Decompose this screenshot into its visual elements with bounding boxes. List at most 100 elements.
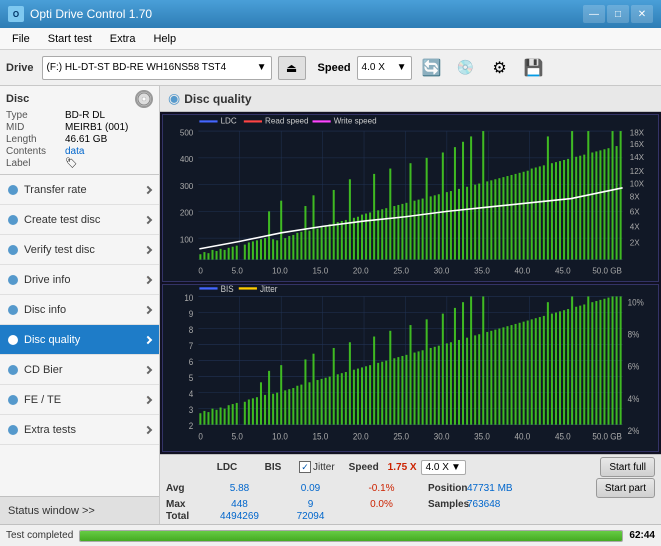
disc-label-label: Label [6, 158, 61, 169]
svg-text:Jitter: Jitter [260, 285, 278, 294]
svg-text:5: 5 [189, 373, 194, 384]
nav-label-transfer-rate: Transfer rate [24, 184, 87, 196]
svg-text:10.0: 10.0 [272, 265, 288, 275]
speed-current-value: 1.75 X [388, 462, 417, 473]
sidebar-item-drive-info[interactable]: Drive info [0, 265, 159, 295]
svg-text:400: 400 [180, 154, 194, 164]
sidebar-item-transfer-rate[interactable]: Transfer rate [0, 175, 159, 205]
jitter-check-box[interactable]: ✓ [299, 461, 311, 473]
nav-dot [8, 395, 18, 405]
svg-text:16X: 16X [630, 139, 645, 149]
svg-text:35.0: 35.0 [474, 431, 490, 442]
drive-select-arrow: ▼ [257, 62, 267, 73]
svg-text:9: 9 [189, 309, 194, 320]
disc-mid-label: MID [6, 122, 61, 133]
svg-text:500: 500 [180, 127, 194, 137]
maximize-button[interactable]: □ [607, 5, 629, 23]
progress-bar [79, 530, 623, 542]
speed-dropdown[interactable]: 4.0 X ▼ [421, 460, 466, 475]
svg-text:10.0: 10.0 [272, 431, 288, 442]
svg-text:2%: 2% [628, 425, 640, 436]
status-text: Test completed [6, 530, 73, 541]
nav-label-cd-bier: CD Bier [24, 364, 63, 376]
disc-panel-title: Disc [6, 93, 29, 105]
ldc-chart-svg: 500 400 300 200 100 18X 16X 14X 12X 10X … [163, 115, 658, 281]
svg-text:6X: 6X [630, 206, 640, 216]
nav-label-disc-info: Disc info [24, 304, 66, 316]
sidebar-item-extra-tests[interactable]: Extra tests [0, 415, 159, 445]
drive-label: Drive [6, 62, 34, 74]
minimize-button[interactable]: — [583, 5, 605, 23]
nav-dot [8, 305, 18, 315]
svg-text:45.0: 45.0 [555, 265, 571, 275]
disc-panel: Disc Type BD-R DL MID MEIRB1 (001) Lengt… [0, 86, 159, 175]
avg-bis-value: 0.09 [278, 483, 343, 494]
svg-text:2X: 2X [630, 237, 640, 247]
svg-text:200: 200 [180, 207, 194, 217]
nav-arrow [144, 215, 152, 223]
nav-dot [8, 275, 18, 285]
disc-button[interactable]: 💿 [452, 54, 480, 82]
speed-select[interactable]: 4.0 X ▼ [357, 56, 412, 80]
svg-text:8: 8 [189, 325, 194, 336]
speed-label: Speed [318, 62, 351, 74]
sidebar-item-fe-te[interactable]: FE / TE [0, 385, 159, 415]
status-window-button[interactable]: Status window >> [0, 496, 159, 524]
window-controls: — □ ✕ [583, 5, 653, 23]
settings-button[interactable]: ⚙ [486, 54, 514, 82]
menu-bar: File Start test Extra Help [0, 28, 661, 50]
start-part-button[interactable]: Start part [596, 478, 655, 498]
svg-text:25.0: 25.0 [393, 265, 409, 275]
sidebar-item-disc-quality[interactable]: Disc quality [0, 325, 159, 355]
svg-text:50.0 GB: 50.0 GB [592, 431, 622, 442]
eject-button[interactable]: ⏏ [278, 56, 306, 80]
svg-text:20.0: 20.0 [353, 431, 369, 442]
close-button[interactable]: ✕ [631, 5, 653, 23]
svg-text:30.0: 30.0 [434, 265, 450, 275]
content-area: ◉ Disc quality [160, 86, 661, 524]
menu-start-test[interactable]: Start test [40, 31, 100, 47]
menu-extra[interactable]: Extra [102, 31, 144, 47]
menu-file[interactable]: File [4, 31, 38, 47]
stats-panel: LDC BIS ✓ Jitter Speed 1.75 X 4.0 X ▼ St… [160, 454, 661, 524]
sidebar-item-disc-info[interactable]: Disc info [0, 295, 159, 325]
ldc-col-header: LDC [207, 462, 247, 473]
speed-arrow: ▼ [397, 62, 407, 73]
chart-header-icon: ◉ [168, 90, 180, 107]
sidebar-item-create-test-disc[interactable]: Create test disc [0, 205, 159, 235]
bis-col-header: BIS [253, 462, 293, 473]
title-bar: O Opti Drive Control 1.70 — □ ✕ [0, 0, 661, 28]
disc-length-value: 46.61 GB [65, 134, 107, 145]
sidebar-item-verify-test-disc[interactable]: Verify test disc [0, 235, 159, 265]
jitter-label: Jitter [313, 462, 335, 473]
refresh-button[interactable]: 🔄 [418, 54, 446, 82]
total-bis-value: 72094 [278, 511, 343, 522]
speed-dropdown-arrow: ▼ [451, 462, 461, 473]
svg-text:15.0: 15.0 [313, 265, 329, 275]
svg-text:15.0: 15.0 [313, 431, 329, 442]
nav-dot [8, 245, 18, 255]
svg-text:12X: 12X [630, 166, 645, 176]
svg-text:40.0: 40.0 [515, 431, 531, 442]
charts-wrapper: 500 400 300 200 100 18X 16X 14X 12X 10X … [160, 112, 661, 454]
svg-text:10: 10 [184, 293, 193, 304]
save-button[interactable]: 💾 [520, 54, 548, 82]
samples-label: Samples [428, 499, 463, 510]
menu-help[interactable]: Help [145, 31, 184, 47]
nav-dot [8, 185, 18, 195]
svg-text:300: 300 [180, 181, 194, 191]
disc-contents-label: Contents [6, 146, 61, 157]
start-full-button[interactable]: Start full [600, 457, 655, 477]
svg-text:8%: 8% [628, 329, 640, 340]
svg-text:LDC: LDC [221, 115, 237, 125]
svg-text:45.0: 45.0 [555, 431, 571, 442]
svg-text:0: 0 [198, 265, 203, 275]
drive-select[interactable]: (F:) HL-DT-ST BD-RE WH16NS58 TST4 ▼ [42, 56, 272, 80]
sidebar-item-cd-bier[interactable]: CD Bier [0, 355, 159, 385]
jitter-checkbox[interactable]: ✓ Jitter [299, 461, 335, 473]
nav-label-verify-test-disc: Verify test disc [24, 244, 95, 256]
speed-value: 4.0 X [362, 62, 385, 73]
avg-jitter-value: -0.1% [349, 483, 414, 494]
svg-text:100: 100 [180, 234, 194, 244]
nav-dot [8, 425, 18, 435]
